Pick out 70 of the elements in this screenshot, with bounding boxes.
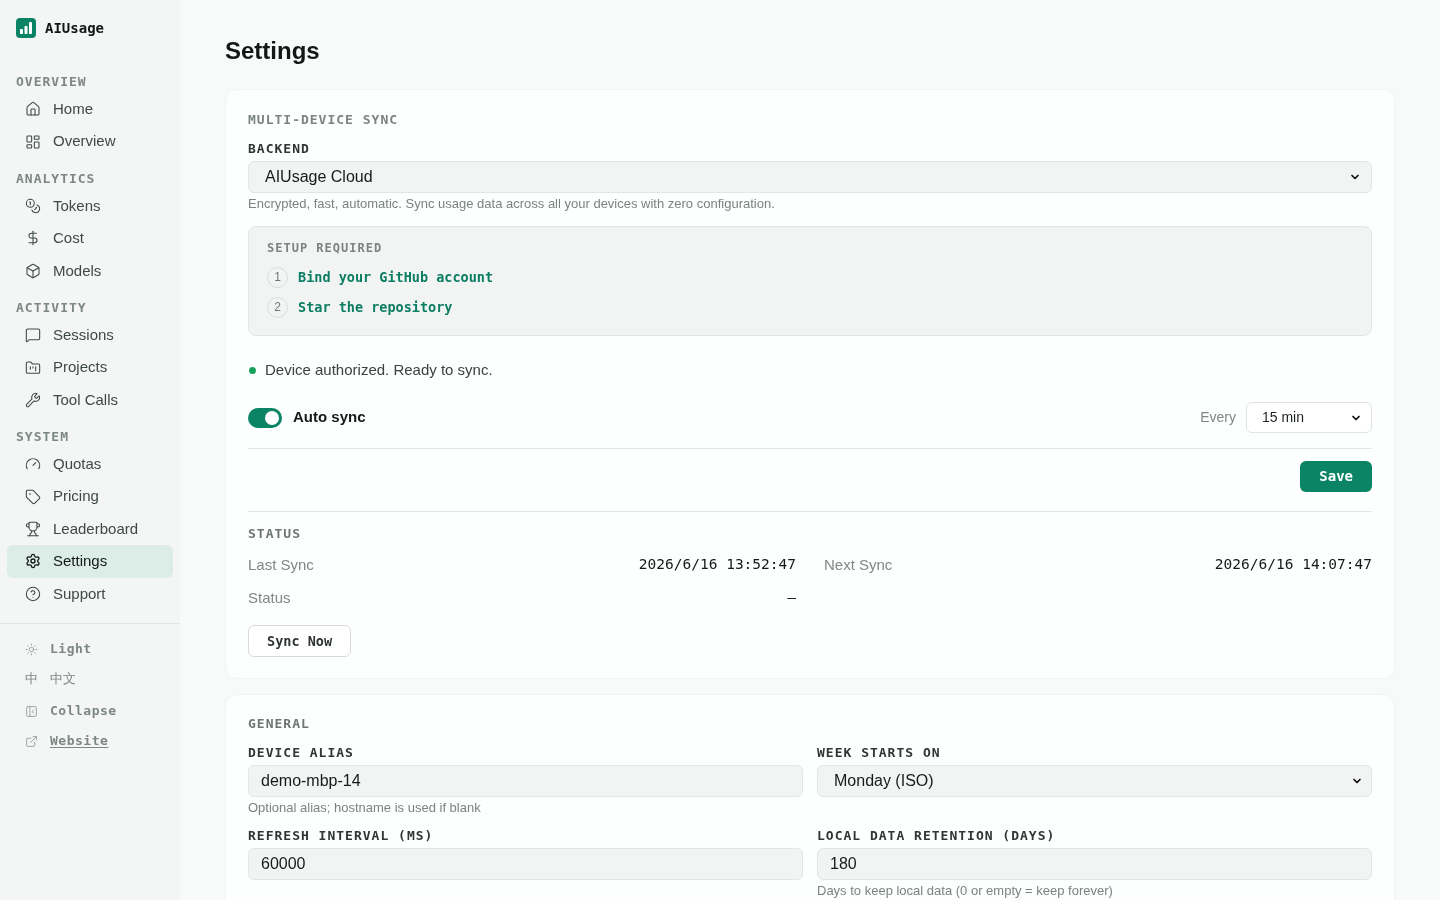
- setup-step-link[interactable]: Star the repository: [298, 296, 453, 318]
- nav-item[interactable]: Projects: [7, 351, 173, 384]
- chat-bubble-icon: [25, 327, 41, 344]
- status-value: 2026/6/16 14:07:47: [1214, 555, 1372, 575]
- language-glyph: 中: [25, 671, 38, 688]
- page-title: Settings: [225, 36, 321, 66]
- nav-section-label: SYSTEM: [16, 428, 69, 447]
- bar-chart-logo-icon: [16, 18, 36, 38]
- setup-title: SETUP REQUIRED: [267, 240, 384, 256]
- nav-item[interactable]: Tool Calls: [7, 383, 173, 417]
- dollar-icon: [25, 230, 41, 247]
- week-start-select[interactable]: Monday (ISO): [817, 765, 1372, 797]
- status-label: Status: [248, 587, 291, 608]
- nav-item[interactable]: Sessions: [7, 318, 173, 352]
- folder-icon: [25, 359, 41, 376]
- text-input[interactable]: 60000: [248, 848, 803, 880]
- wrench-icon: [25, 391, 41, 408]
- field-hint: Days to keep local data (0 or empty = keep forever): [817, 883, 1114, 899]
- nav-item[interactable]: Overview: [7, 125, 173, 158]
- language-button[interactable]: 中 中文: [25, 669, 76, 689]
- dashboard-grid-icon: [25, 133, 41, 150]
- nav-item[interactable]: Models: [7, 254, 173, 287]
- help-circle-icon: [25, 585, 41, 602]
- cube-icon: [25, 262, 41, 279]
- backend-hint: Encrypted, fast, automatic. Sync usage data across all your devices with zero configuration.: [248, 196, 776, 212]
- nav-section-label: ACTIVITY: [16, 299, 87, 318]
- text-input[interactable]: demo-mbp-14: [248, 765, 803, 797]
- nav-item[interactable]: Home: [7, 93, 173, 126]
- trophy-icon: [25, 521, 41, 538]
- nav-item[interactable]: Tokens: [7, 189, 173, 223]
- device-status-text: Device authorized. Ready to sync.: [265, 359, 493, 380]
- status-value: 2026/6/16 13:52:47: [638, 555, 796, 575]
- field-label: BACKEND: [248, 141, 311, 157]
- interval-label: Every: [1200, 408, 1236, 427]
- settings-icon: [25, 553, 41, 570]
- coins-icon: [25, 197, 41, 214]
- section-title: STATUS: [248, 526, 302, 542]
- auto-sync-toggle[interactable]: [248, 407, 282, 428]
- section-title: MULTI-DEVICE SYNC: [248, 112, 400, 128]
- backend-select[interactable]: AIUsage Cloud: [248, 161, 1372, 193]
- field-hint: Optional alias; hostname is used if blank: [248, 800, 482, 816]
- sync-now-button[interactable]: Sync Now: [248, 625, 352, 657]
- tag-icon: [25, 488, 41, 505]
- nav-item[interactable]: Settings: [7, 545, 173, 578]
- save-button[interactable]: Save: [1300, 461, 1372, 492]
- nav-item[interactable]: Quotas: [7, 448, 173, 481]
- status-label: Last Sync: [248, 554, 314, 575]
- nav-item[interactable]: Leaderboard: [7, 512, 173, 546]
- nav-section-label: ANALYTICS: [16, 170, 96, 189]
- app-name: AIUsage: [45, 18, 104, 38]
- external-link-icon: [25, 734, 38, 748]
- nav-item[interactable]: Cost: [7, 222, 173, 255]
- status-dot-icon: [249, 366, 256, 374]
- field-label: WEEK STARTS ON: [817, 745, 942, 761]
- panel-collapse-icon: [25, 704, 38, 718]
- nav-section-label: OVERVIEW: [16, 73, 87, 92]
- nav-item[interactable]: Pricing: [7, 480, 173, 513]
- status-label: Next Sync: [824, 554, 893, 575]
- field-label: LOCAL DATA RETENTION (DAYS): [817, 828, 1057, 844]
- home-icon: [25, 101, 41, 118]
- field-label: DEVICE ALIAS: [248, 745, 355, 761]
- interval-select[interactable]: 15 min: [1246, 402, 1372, 433]
- auto-sync-label: Auto sync: [293, 407, 366, 428]
- sun-icon: [25, 642, 38, 656]
- section-title: GENERAL: [248, 716, 311, 732]
- nav-item[interactable]: Support: [7, 577, 173, 611]
- field-label: REFRESH INTERVAL (MS): [248, 828, 435, 844]
- status-value: —: [787, 588, 796, 608]
- text-input[interactable]: 180: [817, 848, 1372, 880]
- setup-step-link[interactable]: Bind your GitHub account: [298, 266, 494, 288]
